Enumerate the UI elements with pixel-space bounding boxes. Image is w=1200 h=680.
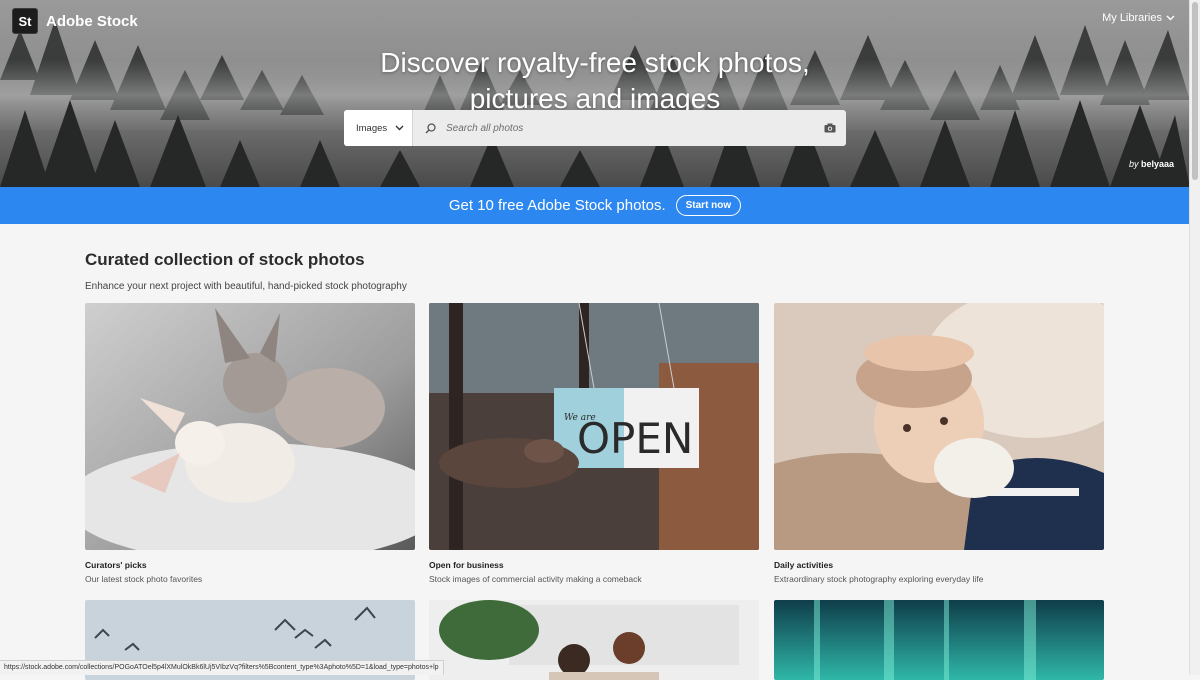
adobe-stock-logo[interactable]: St Adobe Stock (12, 8, 138, 34)
card-title: Open for business (429, 560, 504, 570)
card-image[interactable]: We are OPEN (429, 303, 759, 550)
collection-card-daily-activities[interactable]: Daily activities Extraordinary stock pho… (774, 303, 1104, 584)
my-libraries-menu[interactable]: My Libraries (1102, 12, 1175, 24)
couple-photo (429, 600, 759, 680)
credit-author[interactable]: belyaaa (1141, 159, 1174, 169)
credit-prefix: by (1128, 159, 1139, 169)
content-type-dropdown[interactable]: Images (344, 110, 413, 146)
promo-banner: Get 10 free Adobe Stock photos. Start no… (0, 187, 1190, 224)
sign-big-text: OPEN (577, 414, 693, 463)
card-description: Extraordinary stock photography explorin… (774, 574, 984, 584)
content-type-selected: Images (356, 122, 388, 134)
collection-card-curators-picks[interactable]: Curators' picks Our latest stock photo f… (85, 303, 415, 584)
card-description: Stock images of commercial activity maki… (429, 574, 642, 584)
search-field (413, 110, 846, 146)
logo-text: Adobe Stock (46, 12, 138, 30)
card-title: Daily activities (774, 560, 834, 570)
search-bar: Images (344, 110, 846, 146)
start-now-button[interactable]: Start now (675, 195, 742, 216)
chevron-down-icon (1166, 15, 1175, 21)
stock-logo-icon: St (12, 8, 38, 34)
open-sign-photo: We are OPEN (429, 303, 759, 550)
photo-credit: by belyaaa (1129, 159, 1174, 169)
section-title: Curated collection of stock photos (85, 250, 365, 269)
hero-banner: St Adobe Stock My Libraries Discover roy… (0, 0, 1190, 187)
aurora-photo (774, 600, 1104, 680)
status-bar-url: https://stock.adobe.com/collections/POGo… (0, 660, 444, 675)
section-subtitle: Enhance your next project with beautiful… (85, 281, 407, 292)
child-photo (774, 303, 1104, 550)
camera-icon[interactable] (824, 123, 836, 133)
card-image[interactable] (774, 303, 1104, 550)
search-icon (425, 122, 436, 133)
card-description: Our latest stock photo favorites (85, 574, 203, 584)
scrollbar-thumb[interactable] (1192, 2, 1198, 180)
card-title: Curators' picks (85, 560, 147, 570)
search-input[interactable] (444, 121, 816, 135)
page-scrollbar[interactable] (1189, 0, 1200, 675)
promo-text: Get 10 free Adobe Stock photos. (448, 197, 666, 214)
cats-photo (85, 303, 415, 550)
card-image[interactable] (85, 303, 415, 550)
collection-card-open-for-business[interactable]: We are OPEN Open for business Stock imag… (429, 303, 759, 584)
my-libraries-label: My Libraries (1102, 12, 1162, 24)
chevron-down-icon (395, 125, 404, 131)
collection-card-couple[interactable] (429, 600, 759, 680)
collection-card-aurora[interactable] (774, 600, 1104, 680)
hero-title: Discover royalty-free stock photos, pict… (380, 46, 810, 114)
